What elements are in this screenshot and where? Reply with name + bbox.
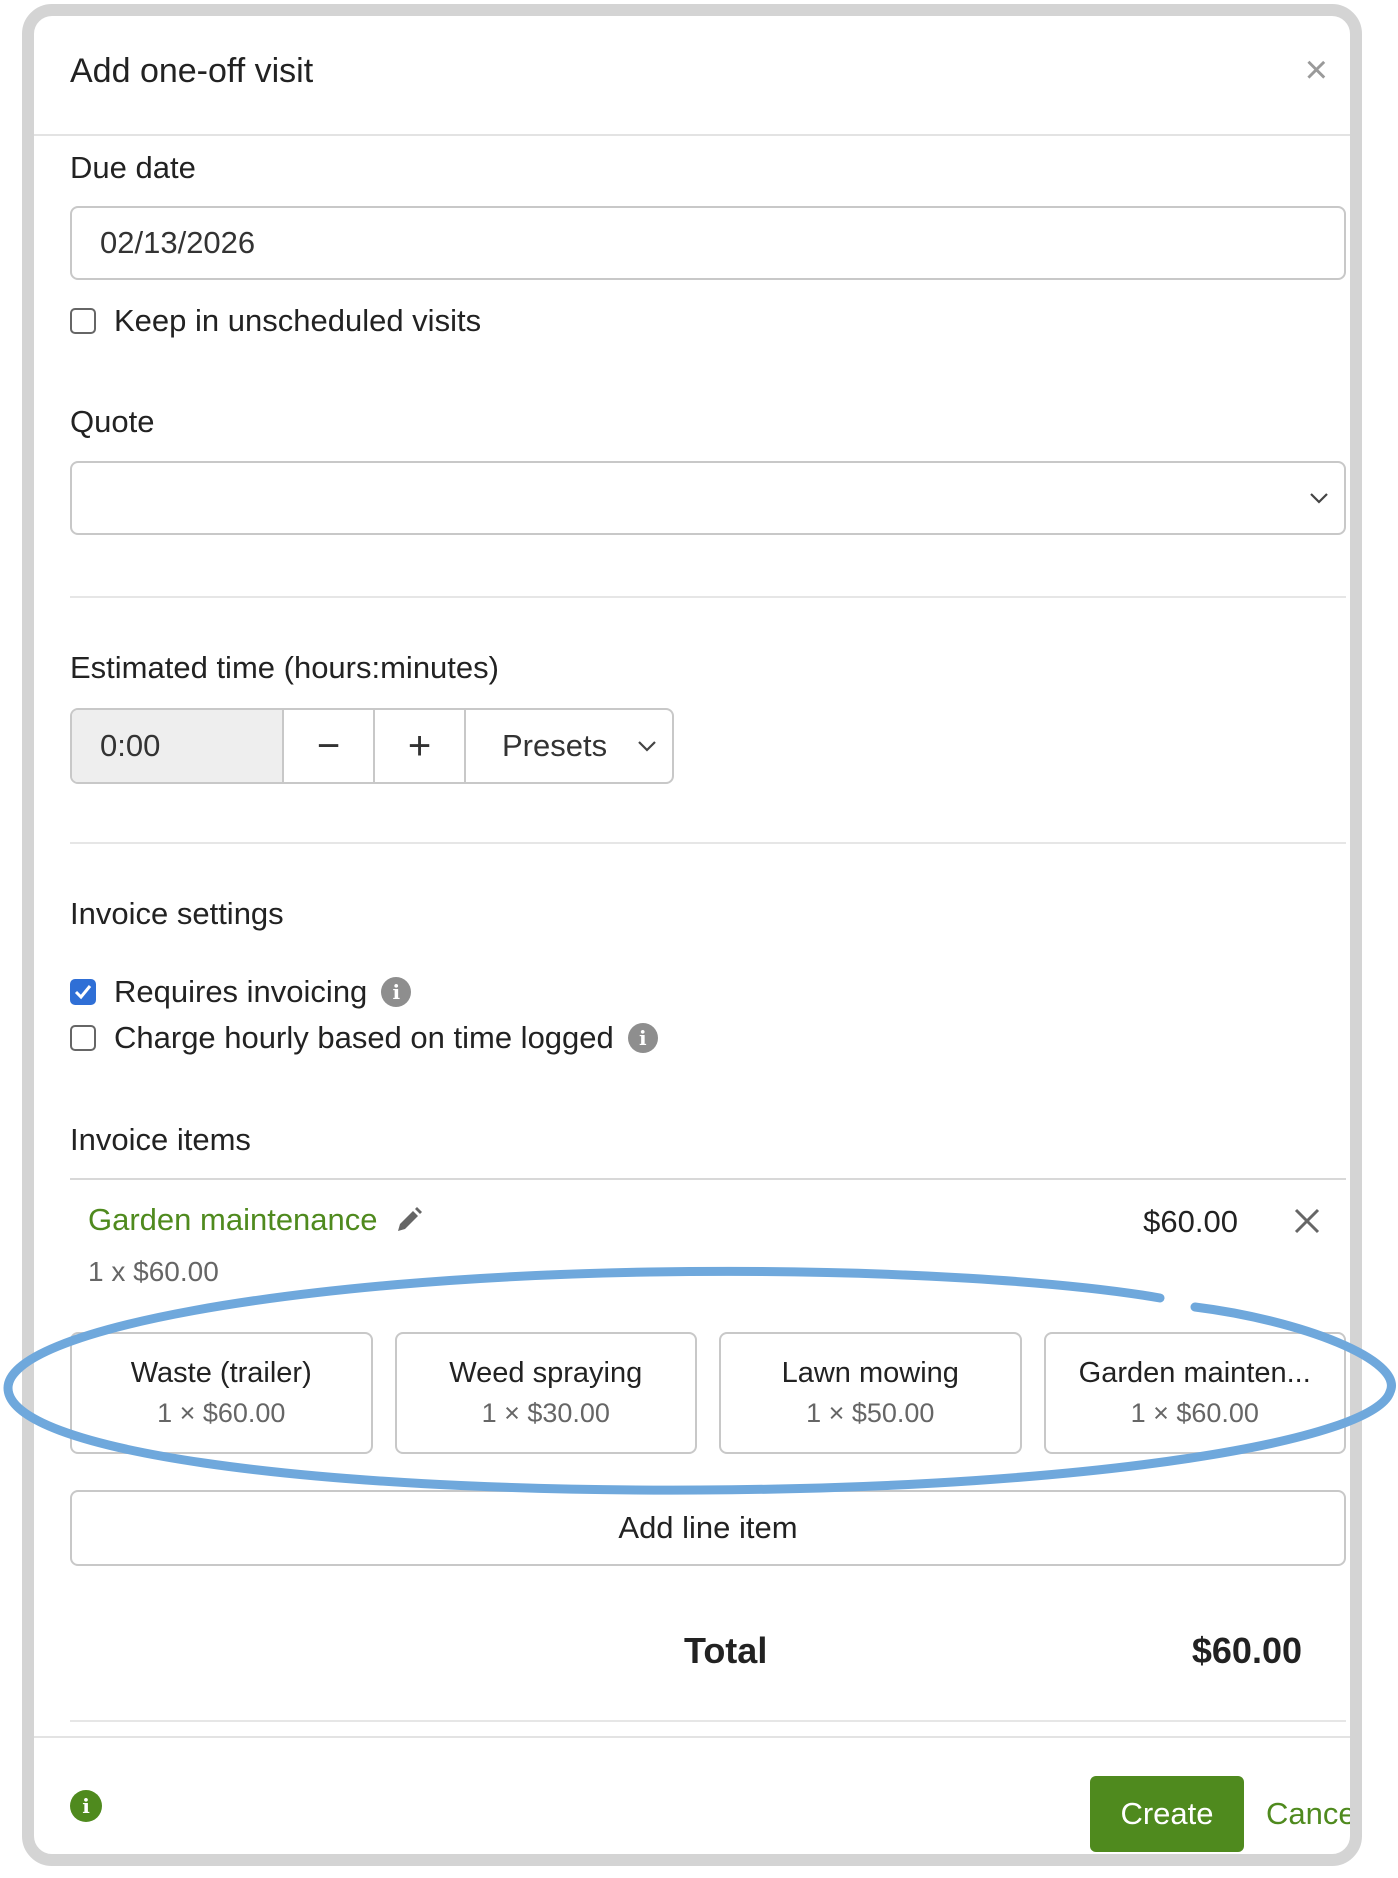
preset-item-price: 1 × $30.00 bbox=[481, 1398, 610, 1428]
close-icon[interactable]: × bbox=[1305, 50, 1328, 90]
preset-item-price: 1 × $60.00 bbox=[1130, 1398, 1259, 1428]
charge-hourly-label: Charge hourly based on time logged bbox=[114, 1020, 614, 1055]
charge-hourly-box[interactable] bbox=[70, 1025, 96, 1051]
line-item-name[interactable]: Garden maintenance bbox=[88, 1202, 424, 1238]
info-icon[interactable]: i bbox=[627, 1023, 658, 1053]
preset-item-price: 1 × $50.00 bbox=[806, 1398, 935, 1428]
invoice-settings-heading: Invoice settings bbox=[70, 896, 284, 931]
preset-items-row: Waste (trailer) 1 × $60.00 Weed spraying… bbox=[70, 1332, 1346, 1454]
chevron-down-icon bbox=[638, 741, 656, 752]
increment-time-button[interactable]: + bbox=[375, 710, 466, 782]
decrement-time-button[interactable]: − bbox=[284, 710, 375, 782]
preset-item-price: 1 × $60.00 bbox=[157, 1398, 286, 1428]
requires-invoicing-box[interactable] bbox=[70, 979, 96, 1005]
dialog-header: Add one-off visit × bbox=[34, 16, 1350, 136]
keep-unscheduled-box[interactable] bbox=[70, 308, 96, 334]
invoice-items-heading: Invoice items bbox=[70, 1122, 251, 1157]
quote-label: Quote bbox=[70, 404, 155, 439]
preset-item-card[interactable]: Garden mainten... 1 × $60.00 bbox=[1043, 1332, 1346, 1454]
estimated-time-input[interactable]: 0:00 bbox=[72, 710, 284, 782]
preset-item-name: Lawn mowing bbox=[781, 1357, 959, 1389]
due-date-value: 02/13/2026 bbox=[100, 225, 256, 260]
preset-item-card[interactable]: Weed spraying 1 × $30.00 bbox=[394, 1332, 697, 1454]
divider bbox=[70, 1178, 1346, 1180]
divider bbox=[70, 596, 1346, 598]
chevron-down-icon bbox=[1310, 493, 1328, 504]
info-icon[interactable]: i bbox=[381, 977, 412, 1007]
pencil-icon[interactable] bbox=[394, 1205, 424, 1235]
due-date-input[interactable]: 02/13/2026 bbox=[70, 206, 1346, 280]
line-item-quantity: 1 x $60.00 bbox=[88, 1256, 219, 1287]
dialog-title: Add one-off visit bbox=[70, 52, 314, 90]
create-button[interactable]: Create bbox=[1090, 1776, 1244, 1852]
due-date-label: Due date bbox=[70, 150, 196, 185]
info-icon[interactable]: i bbox=[70, 1790, 102, 1822]
total-label: Total bbox=[684, 1630, 768, 1671]
requires-invoicing-checkbox[interactable]: Requires invoicing i bbox=[70, 974, 412, 1010]
line-item-name-text[interactable]: Garden maintenance bbox=[88, 1202, 378, 1238]
charge-hourly-checkbox[interactable]: Charge hourly based on time logged i bbox=[70, 1020, 658, 1056]
preset-item-card[interactable]: Waste (trailer) 1 × $60.00 bbox=[70, 1332, 373, 1454]
preset-item-name: Weed spraying bbox=[449, 1357, 643, 1389]
add-visit-dialog: Add one-off visit × Due date 02/13/2026 … bbox=[22, 4, 1362, 1866]
keep-unscheduled-label: Keep in unscheduled visits bbox=[114, 303, 482, 338]
total-value: $60.00 bbox=[1191, 1630, 1302, 1671]
divider bbox=[70, 1720, 1346, 1722]
remove-line-item-icon[interactable] bbox=[1290, 1204, 1324, 1238]
estimated-time-label: Estimated time (hours:minutes) bbox=[70, 650, 499, 685]
divider bbox=[70, 842, 1346, 844]
checkmark-icon bbox=[74, 985, 92, 1000]
presets-dropdown[interactable]: Presets bbox=[466, 710, 672, 782]
presets-label: Presets bbox=[502, 728, 608, 763]
requires-invoicing-label: Requires invoicing bbox=[114, 974, 368, 1009]
quote-select[interactable] bbox=[70, 461, 1346, 535]
add-line-item-button[interactable]: Add line item bbox=[70, 1490, 1346, 1566]
dialog-footer-divider bbox=[34, 1736, 1350, 1738]
preset-item-card[interactable]: Lawn mowing 1 × $50.00 bbox=[719, 1332, 1022, 1454]
line-item-price: $60.00 bbox=[1143, 1204, 1238, 1239]
cancel-button[interactable]: Cancel bbox=[1266, 1796, 1350, 1832]
estimated-time-control: 0:00 − + Presets bbox=[70, 708, 674, 784]
preset-item-name: Garden mainten... bbox=[1078, 1357, 1311, 1389]
keep-unscheduled-checkbox[interactable]: Keep in unscheduled visits bbox=[70, 303, 481, 339]
preset-item-name: Waste (trailer) bbox=[130, 1357, 312, 1389]
